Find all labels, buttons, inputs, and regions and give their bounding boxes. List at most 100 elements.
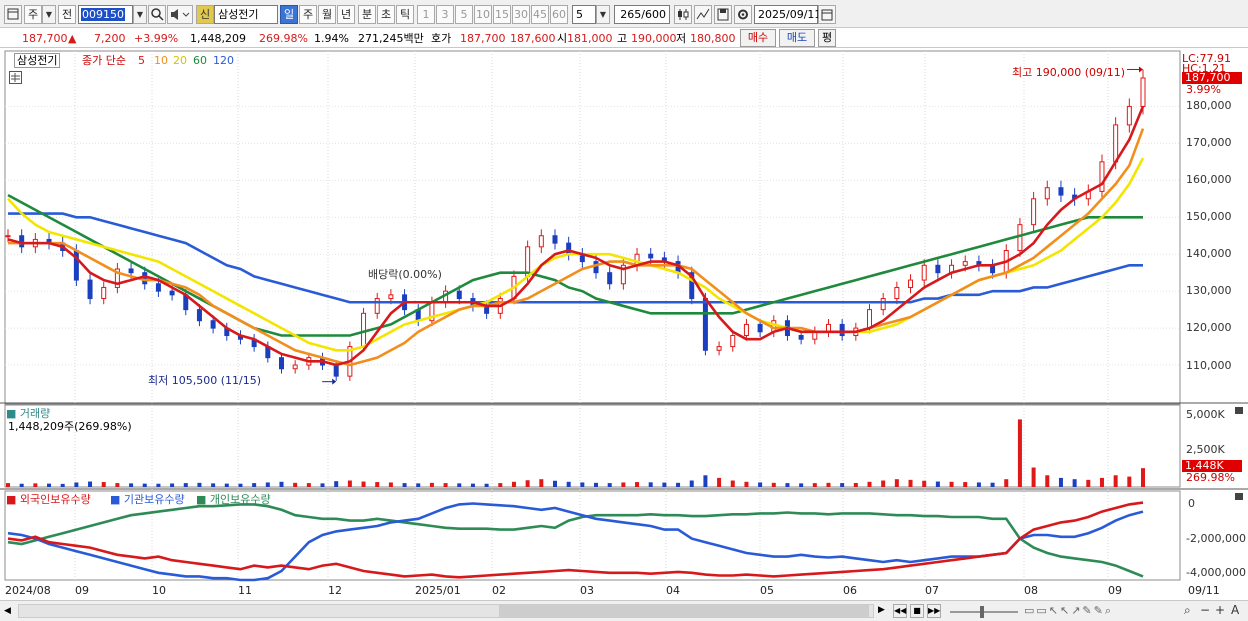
buy-button[interactable]: 매수 (740, 29, 776, 47)
high-label: 고 (617, 32, 628, 45)
volume-bar (635, 482, 640, 487)
volume-bar (881, 480, 886, 487)
window-icon[interactable] (4, 5, 22, 24)
draw-tool-icon[interactable] (694, 5, 712, 24)
candle-body (1113, 124, 1119, 163)
volume-bar (498, 483, 503, 487)
period-week[interactable]: 주 (299, 5, 317, 24)
chart-area[interactable] (0, 49, 1248, 600)
period-day[interactable]: 일 (280, 5, 298, 24)
period-month[interactable]: 월 (318, 5, 336, 24)
interval-30[interactable]: 30 (512, 5, 530, 24)
volume-bar (853, 482, 858, 487)
volume-bar (470, 483, 475, 487)
volume-bar (580, 482, 585, 487)
rewind-icon[interactable]: ◀◀ (893, 604, 907, 618)
draw-tools-icon-group[interactable]: ▭▭↖↖↗✎✎⌕ (1024, 604, 1113, 618)
custom-interval-input[interactable]: 5 (572, 5, 596, 24)
interval-1[interactable]: 1 (417, 5, 435, 24)
mode-select[interactable]: 주 (24, 5, 42, 24)
x-label-03: 03 (580, 584, 594, 597)
period-tick[interactable]: 틱 (396, 5, 414, 24)
candle-body (566, 242, 572, 255)
interval-dropdown-icon[interactable]: ▼ (596, 5, 610, 24)
volume-panel-frame (4, 404, 1181, 488)
scroll-right-icon[interactable]: ▶ (878, 605, 885, 615)
period-year[interactable]: 년 (337, 5, 355, 24)
volume-bar (47, 483, 52, 487)
bar-count-input[interactable]: 265/600 (614, 5, 670, 24)
ma20-line (7, 157, 1145, 352)
zoom-slider-thumb[interactable] (980, 606, 984, 618)
search-icon[interactable] (148, 5, 166, 24)
type-select[interactable]: 전 (58, 5, 76, 24)
candle-body (607, 272, 613, 285)
volume-bar (306, 483, 311, 487)
code-dropdown-icon[interactable]: ▼ (133, 5, 147, 24)
volume-bar (142, 483, 147, 487)
mode-dropdown-icon[interactable]: ▼ (42, 5, 56, 24)
volume-bar (74, 482, 79, 487)
fast-forward-icon[interactable]: ▶▶ (927, 604, 941, 618)
candle-body (867, 309, 873, 329)
volume-bar (224, 483, 229, 487)
current-price: 187,700 (22, 32, 68, 45)
candle-icon[interactable] (674, 5, 692, 24)
scroll-left-icon[interactable]: ◀ (4, 605, 16, 617)
average-button[interactable]: 평 (818, 29, 836, 47)
zoom-in-icon[interactable]: + (1215, 603, 1225, 617)
volume-bar (594, 482, 599, 487)
candle-body (1017, 224, 1023, 252)
zoom-search-icon[interactable]: ⌕ (1184, 603, 1191, 618)
ma120-legend: 120 (213, 54, 234, 67)
x-label-04: 04 (666, 584, 680, 597)
zoom-out-icon[interactable]: − (1200, 603, 1210, 617)
candle-body (1126, 105, 1132, 126)
date-input[interactable]: 2025/09/11 (754, 5, 821, 24)
volume-bar (33, 483, 38, 487)
volume-bar (484, 483, 489, 487)
candle-body (5, 235, 11, 238)
auto-scale-icon[interactable]: A (1231, 603, 1239, 617)
volume-bar (867, 481, 872, 487)
calendar-icon[interactable] (818, 5, 836, 24)
volume-bar (115, 483, 120, 487)
interval-5[interactable]: 5 (455, 5, 473, 24)
price-tick-120000: 120,000 (1186, 321, 1232, 334)
volume-bar (539, 479, 544, 487)
scrollbar-thumb[interactable] (499, 605, 869, 617)
volume-bar (334, 481, 339, 487)
horizontal-scrollbar[interactable] (18, 604, 874, 618)
ma10-legend: 10 (154, 54, 168, 67)
interval-45[interactable]: 45 (531, 5, 549, 24)
volume-bar (279, 481, 284, 487)
stop-icon[interactable]: ■ (910, 604, 924, 618)
volume-bar (949, 481, 954, 487)
x-label-11: 11 (238, 584, 252, 597)
candle-body (1058, 187, 1064, 196)
save-icon[interactable] (714, 5, 732, 24)
candle-body (87, 279, 93, 300)
interval-3[interactable]: 3 (436, 5, 454, 24)
speaker-icon[interactable] (167, 5, 193, 24)
stock-name-field[interactable]: 삼성전기 (214, 5, 278, 24)
volume-bar (197, 482, 202, 487)
volume-bar (320, 483, 325, 487)
candle-body (333, 364, 339, 377)
interval-15[interactable]: 15 (493, 5, 511, 24)
period-second[interactable]: 초 (377, 5, 395, 24)
candle-body (292, 364, 298, 370)
institution-legend: ■ 기관보유수량 (110, 493, 185, 506)
volume-bar (238, 483, 243, 487)
x-label-07: 07 (925, 584, 939, 597)
period-minute[interactable]: 분 (358, 5, 376, 24)
interval-60[interactable]: 60 (550, 5, 568, 24)
volume-tick-5000k: 5,000K (1186, 408, 1225, 421)
individual-legend: ■ 개인보유수량 (196, 493, 271, 506)
sell-button[interactable]: 매도 (779, 29, 815, 47)
table-toggle-icon[interactable] (9, 71, 22, 84)
gear-icon[interactable] (734, 5, 752, 24)
zoom-slider[interactable] (950, 606, 1018, 618)
stock-code-input[interactable]: 009150 (78, 5, 133, 24)
interval-10[interactable]: 10 (474, 5, 492, 24)
